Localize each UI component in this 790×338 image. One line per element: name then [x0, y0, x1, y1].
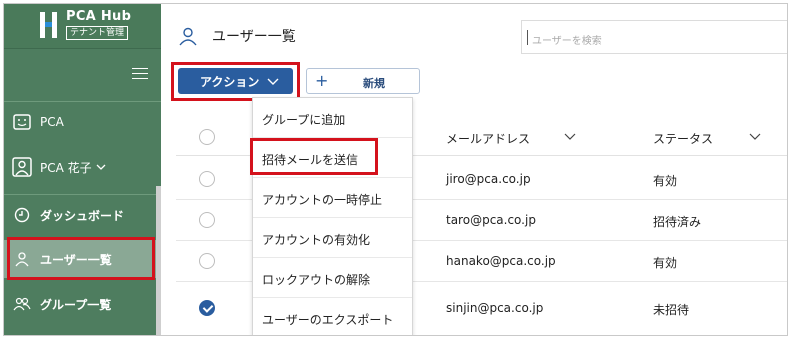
sidebar-org[interactable]: PCA — [4, 108, 161, 136]
chevron-down-icon[interactable] — [749, 130, 761, 144]
menu-item-label: アカウントの一時停止 — [262, 193, 383, 207]
email-cell: sinjin@pca.co.jp — [446, 301, 544, 315]
status-cell: 有効 — [653, 256, 678, 270]
menu-item-label: グループに追加 — [262, 113, 346, 127]
row-radio-checked[interactable] — [199, 300, 215, 316]
column-header-email[interactable]: メールアドレス — [446, 130, 530, 147]
sidebar-header: PCA Hub テナント管理 — [4, 4, 161, 49]
user-name: PCA 花子 — [40, 160, 92, 175]
pca-hub-logo-icon — [40, 12, 60, 38]
chevron-down-icon — [96, 160, 106, 174]
logo-subtitle: テナント管理 — [66, 26, 129, 40]
new-button-label: 新規 — [363, 77, 385, 90]
select-all-radio[interactable] — [199, 129, 215, 145]
search-input[interactable]: ユーザーを検索 — [521, 20, 787, 54]
email-cell: hanako@pca.co.jp — [446, 254, 556, 268]
highlight-box-users — [7, 237, 155, 280]
sidebar-scrollbar[interactable] — [156, 186, 161, 335]
menu-item-activate-account[interactable]: アカウントの有効化 — [253, 218, 412, 258]
row-radio[interactable] — [199, 253, 215, 269]
row-radio[interactable] — [199, 212, 215, 228]
sidebar-divider — [4, 194, 161, 195]
menu-item-add-to-group[interactable]: グループに追加 — [253, 98, 412, 138]
menu-item-unlock[interactable]: ロックアウトの解除 — [253, 258, 412, 298]
column-header-status[interactable]: ステータス — [653, 130, 713, 147]
sidebar-item-label: グループ一覧 — [40, 297, 112, 312]
sidebar-item-label: ダッシュボード — [40, 208, 125, 223]
app-window: PCA Hub テナント管理 PCA PCA 花子 ダッシュボード ユーザー一覧… — [3, 3, 788, 336]
menu-item-label: ユーザーのエクスポート — [262, 313, 394, 327]
users-icon — [12, 294, 32, 314]
status-cell: 未招待 — [653, 303, 690, 317]
sidebar-item-groups[interactable]: グループ一覧 — [4, 289, 161, 319]
highlight-box-action — [171, 62, 300, 101]
menu-item-label: アカウントの有効化 — [262, 233, 371, 247]
smiley-icon — [12, 112, 32, 132]
clock-icon — [12, 205, 32, 225]
sidebar-item-dashboard[interactable]: ダッシュボード — [4, 200, 161, 230]
logo-title: PCA Hub — [66, 9, 132, 24]
page-title: ユーザー一覧 — [212, 29, 296, 45]
menu-item-export-users[interactable]: ユーザーのエクスポート — [253, 298, 412, 335]
user-outline-icon — [178, 26, 198, 50]
new-button[interactable]: + 新規 — [306, 68, 420, 94]
sidebar: PCA Hub テナント管理 PCA PCA 花子 ダッシュボード ユーザー一覧… — [4, 4, 161, 335]
user-box-icon — [12, 157, 32, 177]
plus-icon: + — [315, 71, 329, 90]
menu-item-label: ロックアウトの解除 — [262, 273, 371, 287]
sidebar-menu-bar — [4, 49, 161, 102]
status-cell: 招待済み — [653, 215, 702, 229]
action-dropdown-menu: グループに追加 招待メールを送信 アカウントの一時停止 アカウントの有効化 ロッ… — [250, 97, 413, 335]
status-cell: 有効 — [653, 174, 678, 188]
chevron-down-icon[interactable] — [564, 130, 576, 144]
highlight-box-send-invite — [250, 138, 378, 175]
email-cell: taro@pca.co.jp — [446, 213, 536, 227]
hamburger-menu-icon[interactable] — [132, 68, 148, 80]
menu-item-suspend-account[interactable]: アカウントの一時停止 — [253, 178, 412, 218]
row-radio[interactable] — [199, 171, 215, 187]
email-cell: jiro@pca.co.jp — [446, 172, 531, 186]
sidebar-user-menu[interactable]: PCA 花子 — [4, 152, 161, 182]
org-name: PCA — [40, 115, 64, 129]
